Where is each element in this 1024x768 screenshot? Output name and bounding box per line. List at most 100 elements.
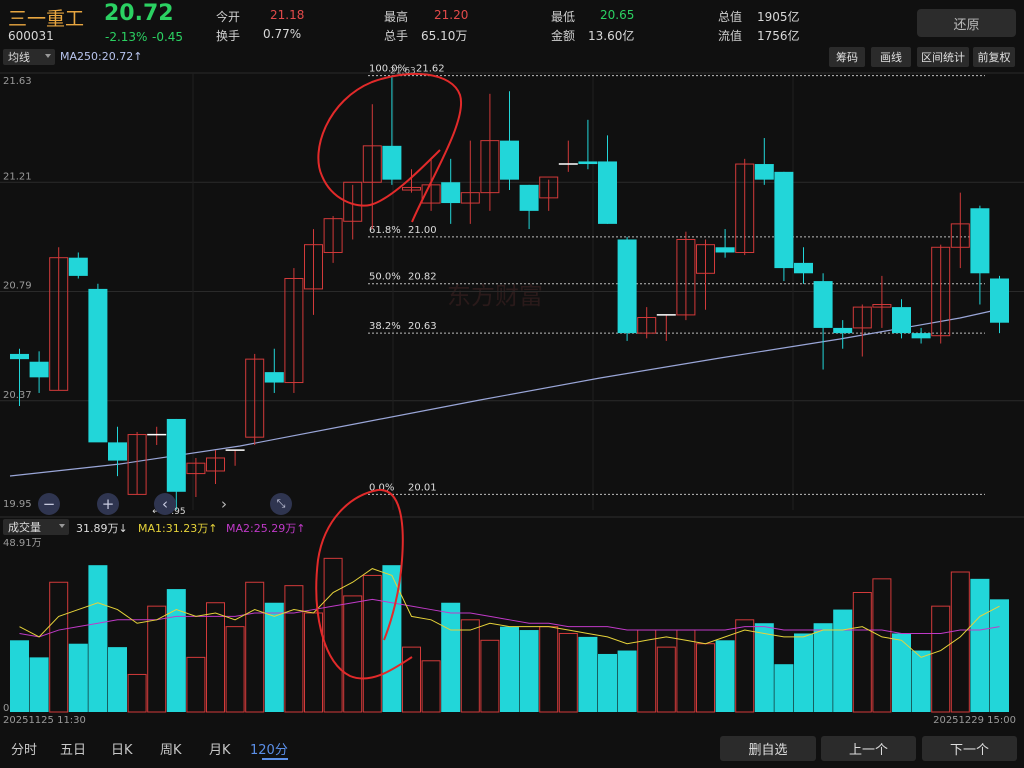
volume-axis-zero: 0	[3, 703, 9, 714]
volume-bar-up	[225, 626, 245, 713]
tab-120min[interactable]: 120分	[250, 739, 288, 758]
volume-bar-down	[500, 626, 519, 712]
previous-stock-button[interactable]: 上一个	[821, 736, 916, 761]
candle-body	[754, 164, 774, 180]
tab-weekly-k[interactable]: 周K	[160, 739, 182, 758]
volume-bar-up	[343, 595, 363, 713]
tab-intraday[interactable]: 分时	[11, 739, 37, 758]
scroll-left-button[interactable]: ‹	[154, 493, 176, 515]
zoom-in-button[interactable]: +	[97, 493, 119, 515]
candle-down	[774, 171, 794, 282]
tab-daily-k[interactable]: 日K	[111, 739, 133, 758]
volume-bar-down	[774, 664, 794, 712]
zoom-out-button[interactable]: −	[38, 493, 60, 515]
candle-down	[264, 348, 284, 393]
volume-bar-down	[813, 623, 833, 712]
volume-current: 31.89万↓	[76, 522, 128, 535]
fib-value: 21.62	[416, 64, 445, 75]
market-cap-label: 总值	[718, 10, 743, 24]
volume-label: 总手	[384, 29, 409, 43]
draw-line-button[interactable]: 画线	[871, 47, 911, 67]
candle-body	[794, 262, 813, 274]
stock-code: 600031	[8, 29, 54, 43]
candle-up	[421, 158, 441, 211]
candle-down	[990, 275, 1009, 334]
candle-down	[892, 299, 911, 339]
volume-bar-up	[656, 646, 676, 713]
candle-up	[49, 247, 69, 391]
volume-bar-down	[990, 599, 1009, 712]
candle-body	[500, 140, 519, 180]
candle-down	[754, 138, 774, 185]
volume-bar-up	[480, 639, 500, 713]
volume-bar-up	[931, 605, 951, 713]
volume-bar-up	[950, 571, 970, 713]
candle-body	[166, 418, 186, 492]
volume-bar-down	[617, 650, 637, 712]
volume-bar-up	[460, 619, 480, 713]
candle-body	[441, 182, 461, 204]
date-end-label: 20251229 15:00	[933, 715, 1016, 726]
volume-bar-up	[284, 585, 304, 713]
chips-button[interactable]: 筹码	[829, 47, 865, 67]
next-stock-button[interactable]: 下一个	[922, 736, 1017, 761]
volume-bar-down	[88, 565, 108, 712]
restore-button[interactable]: 还原	[917, 9, 1016, 37]
remove-watchlist-button[interactable]: 删自选	[720, 736, 816, 761]
fullscreen-button[interactable]: ⤡	[270, 493, 292, 515]
active-tab-indicator	[262, 758, 288, 760]
volume-bar-down	[578, 636, 598, 712]
candle-down	[382, 75, 402, 185]
volume-indicator-select[interactable]: 成交量	[3, 519, 69, 535]
fib-value: 21.00	[408, 225, 437, 236]
volume-bar-down	[794, 633, 813, 712]
turnover-value: 0.77%	[263, 27, 302, 41]
low-label: 最低	[551, 10, 576, 24]
forward-adjust-button[interactable]: 前复权	[973, 47, 1015, 67]
volume-bar-down	[519, 630, 539, 712]
indicator-select[interactable]: 均线	[3, 49, 55, 65]
date-start-label: 20251125 11:30	[3, 715, 86, 726]
price-axis-label: 21.21	[3, 171, 32, 182]
volume-bar-up	[206, 602, 225, 713]
candle-up	[186, 457, 206, 497]
stock-header: 三一重工 600031 20.72 -2.13% -0.45 今开 21.18 …	[0, 0, 1024, 46]
candle-up	[931, 244, 951, 344]
ma250-line	[9, 309, 997, 477]
candle-down	[813, 273, 833, 370]
candle-down	[88, 283, 108, 443]
candle-down	[578, 119, 598, 170]
candle-up	[225, 449, 245, 466]
candle-up	[637, 307, 657, 339]
volume-ma1: MA1:31.23万↑	[138, 522, 218, 535]
candle-body	[911, 333, 931, 339]
fib-value: 20.82	[408, 272, 437, 283]
tab-monthly-k[interactable]: 月K	[209, 739, 231, 758]
volume-bar-up	[323, 557, 343, 713]
volume-bar-down	[68, 643, 88, 712]
turnover-label: 换手	[216, 29, 241, 43]
candle-up	[735, 158, 755, 256]
chevron-right-icon: ›	[221, 495, 227, 513]
candle-down	[911, 327, 931, 344]
high-value: 21.20	[434, 8, 469, 22]
open-label: 今开	[216, 10, 241, 24]
candle-body	[617, 239, 637, 334]
tab-five-day[interactable]: 五日	[60, 739, 86, 758]
scroll-right-button[interactable]: ›	[213, 493, 235, 515]
kline-chart[interactable]: 100.0% 21.6261.8% 21.0050.0% 20.8238.2% 20.6…	[0, 0, 1024, 768]
volume-bar-down	[598, 653, 617, 712]
candle-up	[558, 140, 578, 172]
candle-up	[852, 304, 872, 357]
candle-down	[715, 229, 735, 258]
dropdown-arrow-icon	[59, 524, 65, 528]
candle-down	[108, 426, 127, 477]
candle-body	[715, 247, 735, 253]
candle-up	[127, 431, 147, 495]
stock-name: 三一重工	[8, 8, 85, 30]
volume-bar-up	[147, 605, 167, 713]
candle-body	[264, 372, 284, 383]
range-stats-button[interactable]: 区间统计	[917, 47, 969, 67]
candle-down	[617, 236, 637, 341]
candle-body	[108, 442, 127, 461]
